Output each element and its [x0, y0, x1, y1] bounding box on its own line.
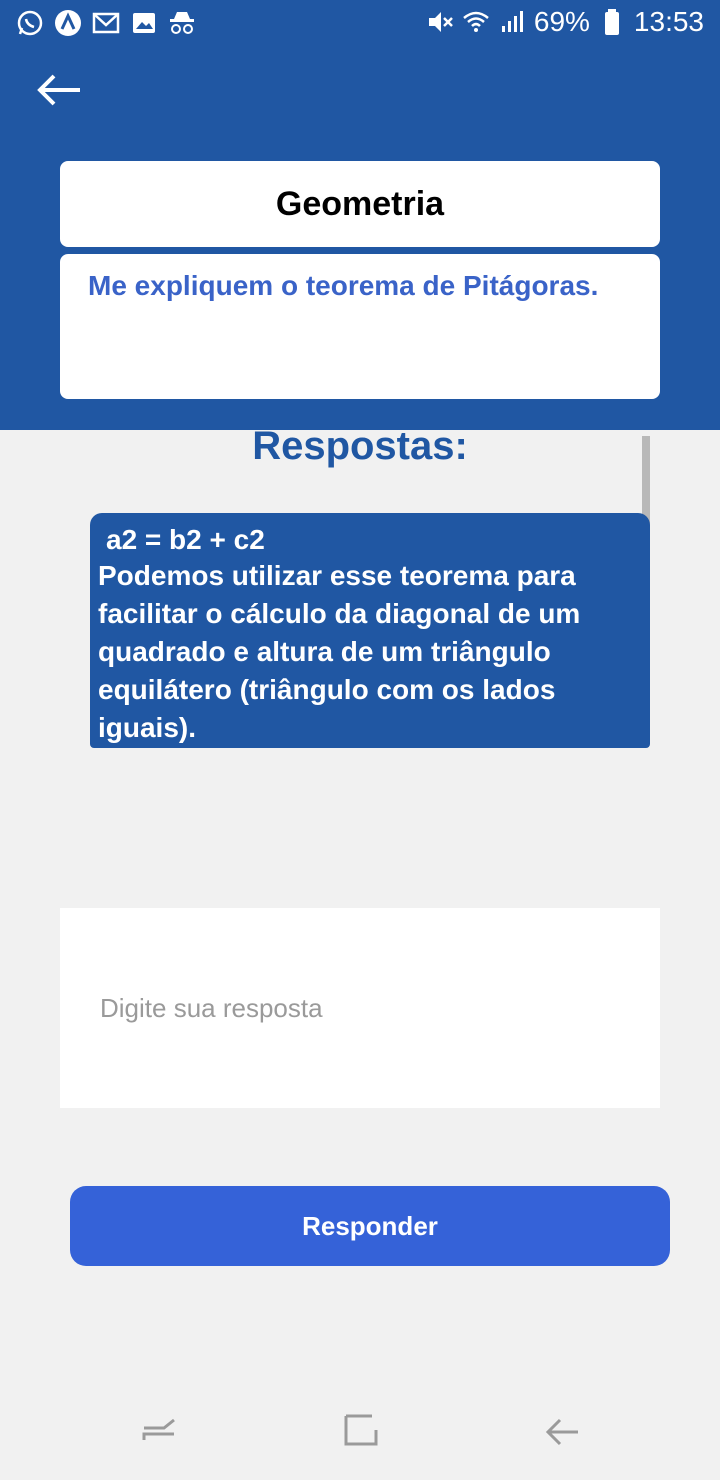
recent-apps-icon[interactable]: [140, 1410, 180, 1450]
notification-icons: [16, 9, 196, 37]
battery-percent: 69%: [533, 6, 590, 37]
system-status: 69% 13:53: [426, 6, 704, 38]
navigation-bar: [0, 1390, 720, 1480]
gallery-icon: [130, 9, 158, 37]
gmail-icon: [92, 9, 120, 37]
question-text: Me expliquem o teorema de Pitágoras.: [88, 270, 599, 301]
category-title: Geometria: [275, 184, 445, 223]
wifi-icon: [462, 8, 490, 36]
status-bar: 69% 13:53: [0, 0, 720, 50]
back-nav-icon[interactable]: [542, 1410, 582, 1450]
signal-icon: [498, 8, 526, 36]
clock: 13:53: [633, 6, 704, 37]
battery-icon: [598, 8, 626, 36]
whatsapp-icon: [16, 9, 44, 37]
answers-heading: Respostas:: [252, 424, 468, 468]
answer-text: Podemos utilizar esse teorema para facil…: [98, 560, 581, 743]
question-card: Me expliquem o teorema de Pitágoras.: [60, 254, 660, 399]
back-button[interactable]: [34, 70, 90, 110]
vpn-icon: [54, 9, 82, 37]
category-card: Geometria: [60, 161, 660, 247]
incognito-icon: [168, 9, 196, 37]
answer-formula: a2 = b2 + c2: [106, 524, 265, 555]
home-icon[interactable]: [342, 1410, 382, 1450]
arrow-left-icon: [34, 74, 84, 114]
answer-item: a2 = b2 + c2 Podemos utilizar esse teore…: [90, 513, 650, 748]
mute-icon: [426, 8, 454, 36]
reply-button[interactable]: Responder: [70, 1186, 670, 1266]
reply-input[interactable]: [60, 908, 660, 1108]
